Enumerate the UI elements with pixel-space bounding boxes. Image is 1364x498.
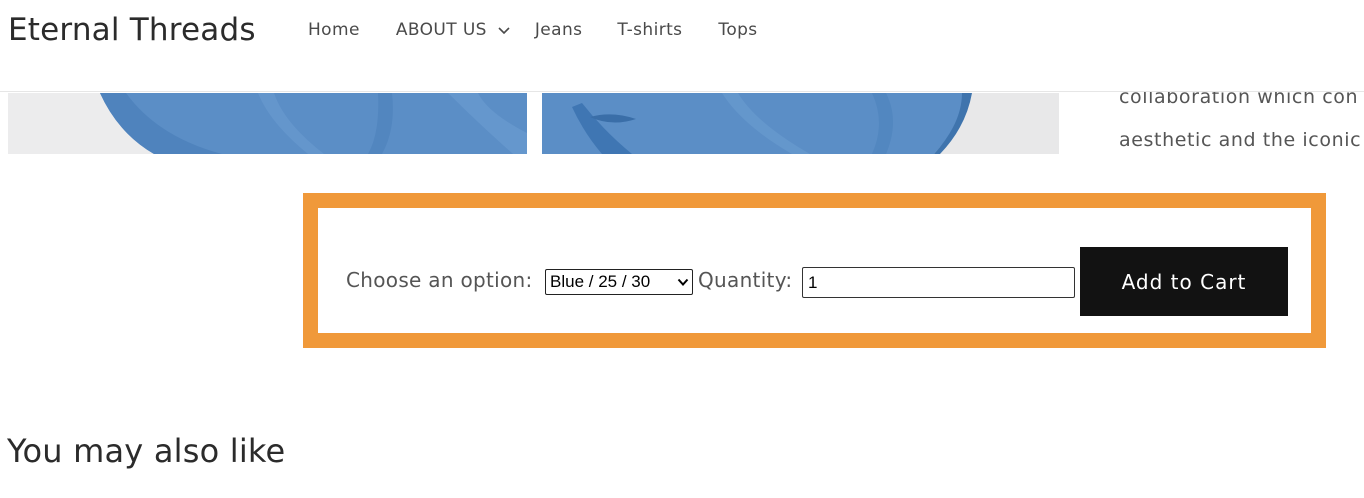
denim-photo-image	[542, 93, 1059, 154]
site-header: Eternal Threads Home ABOUT US Jeans T-sh…	[0, 0, 1364, 92]
denim-photo-image	[8, 93, 527, 154]
chevron-down-icon	[677, 278, 689, 286]
product-photo[interactable]	[8, 93, 527, 154]
product-photo[interactable]	[542, 93, 1059, 154]
recommendations-heading: You may also like	[7, 432, 286, 470]
option-label: Choose an option:	[346, 268, 533, 292]
description-line: aesthetic and the iconic	[1119, 129, 1362, 151]
nav-item-home[interactable]: Home	[308, 20, 360, 40]
nav-item-tops[interactable]: Tops	[718, 20, 757, 40]
quantity-label: Quantity:	[698, 268, 793, 292]
site-logo[interactable]: Eternal Threads	[8, 8, 256, 52]
add-to-cart-form: Choose an option: Blue / 25 / 30 Quantit…	[303, 193, 1326, 348]
variant-selected-value: Blue / 25 / 30	[550, 272, 651, 291]
main-nav: Home ABOUT US Jeans T-shirts Tops	[308, 17, 758, 43]
nav-item-jeans[interactable]: Jeans	[535, 20, 583, 40]
nav-item-about-us-label: ABOUT US	[395, 20, 487, 40]
nav-item-about-us[interactable]: ABOUT US	[396, 20, 511, 40]
chevron-down-icon	[498, 27, 510, 35]
variant-select[interactable]: Blue / 25 / 30	[545, 269, 693, 295]
quantity-input[interactable]	[802, 267, 1075, 298]
nav-item-tshirts[interactable]: T-shirts	[617, 20, 682, 40]
add-to-cart-button[interactable]: Add to Cart	[1080, 247, 1288, 316]
